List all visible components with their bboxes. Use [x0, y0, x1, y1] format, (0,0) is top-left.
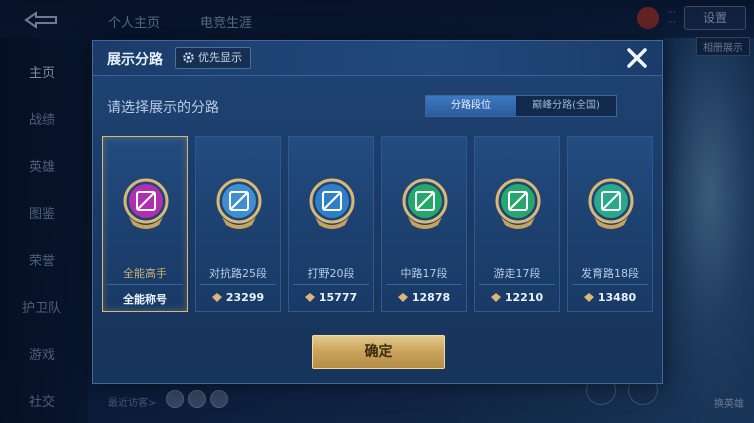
card-divider — [200, 284, 276, 285]
card-divider — [572, 284, 648, 285]
lane-card-clash-lane[interactable]: 对抗路25段 23299 — [195, 136, 281, 312]
lane-card-name: 全能高手 — [123, 267, 167, 280]
lane-card-name: 游走17段 — [493, 267, 541, 280]
rank-points-icon — [490, 293, 501, 302]
lane-card-name: 发育路18段 — [581, 267, 639, 280]
tab-lane-rank[interactable]: 分路段位 — [426, 96, 516, 116]
dialog-subtitle: 请选择展示的分路 — [107, 100, 219, 116]
rank-points-icon — [211, 293, 222, 302]
lane-card-list: 全能高手 全能称号 对抗路25段 23299 打野20段 15777 中路17段… — [102, 136, 654, 312]
card-divider — [479, 284, 555, 285]
lane-type-segmented-control: 分路段位 巅峰分路(全国) — [425, 95, 617, 117]
lane-card-score: 15777 — [289, 291, 373, 304]
lane-card-roam[interactable]: 游走17段 12210 — [474, 136, 560, 312]
priority-display-button[interactable]: 优先显示 — [175, 47, 251, 69]
priority-display-label: 优先显示 — [198, 51, 242, 64]
lane-card-score: 23299 — [196, 291, 280, 304]
card-divider — [386, 284, 462, 285]
farm-lane-emblem-icon — [588, 178, 634, 229]
lane-display-dialog: 展示分路 优先显示 请选择展示的分路 分路段位 巅峰分路(全国) 全能高手 全能… — [92, 40, 663, 384]
lane-card-score: 12210 — [475, 291, 559, 304]
clash-lane-emblem-icon — [216, 178, 262, 229]
card-divider — [293, 284, 369, 285]
tab-peak-lane-national[interactable]: 巅峰分路(全国) — [516, 96, 616, 116]
lane-card-score: 13480 — [568, 291, 652, 304]
all-round-emblem-icon — [123, 178, 169, 229]
lane-card-name: 对抗路25段 — [209, 267, 267, 280]
mid-lane-emblem-icon — [402, 178, 448, 229]
lane-card-score: 全能称号 — [123, 293, 167, 306]
lane-card-score: 12878 — [382, 291, 466, 304]
confirm-button[interactable]: 确定 — [312, 335, 445, 369]
card-divider — [107, 284, 183, 285]
rank-points-icon — [304, 293, 315, 302]
jungle-emblem-icon — [309, 178, 355, 229]
lane-card-farm-lane[interactable]: 发育路18段 13480 — [567, 136, 653, 312]
lane-card-name: 中路17段 — [400, 267, 448, 280]
lane-card-name: 打野20段 — [307, 267, 355, 280]
lane-card-all-round[interactable]: 全能高手 全能称号 — [102, 136, 188, 312]
lane-card-jungle[interactable]: 打野20段 15777 — [288, 136, 374, 312]
dialog-header: 展示分路 优先显示 — [93, 41, 662, 76]
gear-icon — [183, 52, 194, 63]
rank-points-icon — [397, 293, 408, 302]
roam-emblem-icon — [495, 178, 541, 229]
dialog-title: 展示分路 — [107, 52, 163, 68]
rank-points-icon — [583, 293, 594, 302]
lane-card-mid-lane[interactable]: 中路17段 12878 — [381, 136, 467, 312]
close-icon[interactable] — [624, 45, 650, 71]
